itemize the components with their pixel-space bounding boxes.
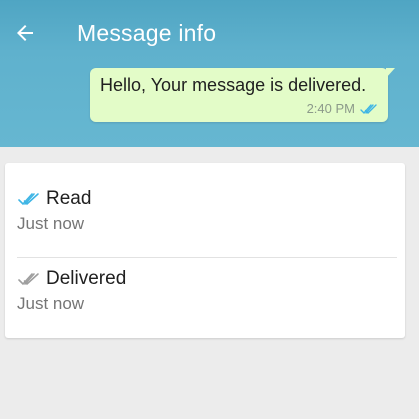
delivered-row-header: Delivered: [18, 267, 126, 291]
double-check-icon: [360, 104, 377, 115]
message-time: 2:40 PM: [306, 101, 355, 116]
arrow-left-icon: [17, 25, 33, 41]
message-text: Hello, Your message is delivered.: [100, 75, 367, 95]
delivered-row: Delivered Just now: [5, 251, 405, 331]
read-time: Just now: [17, 214, 85, 233]
back-button[interactable]: [10, 18, 40, 48]
delivered-label: Delivered: [46, 268, 127, 289]
app-bar: Message info Hello, Your message is deli…: [0, 0, 419, 147]
message-info-screen: Message info Hello, Your message is deli…: [0, 0, 419, 419]
read-row: Read Just now: [5, 171, 405, 258]
receipts-card: Read Just now Delivered Just now: [5, 163, 405, 338]
read-label: Read: [46, 188, 92, 209]
page-title: Message info: [77, 20, 217, 46]
message-bubble[interactable]: Hello, Your message is delivered. 2:40 P…: [90, 68, 395, 122]
message-meta: 2:40 PM: [307, 101, 378, 117]
delivered-time: Just now: [17, 294, 85, 313]
read-row-header: Read: [18, 187, 91, 211]
double-check-icon: [18, 193, 39, 206]
double-check-icon: [18, 273, 39, 286]
bubble-tail: [386, 68, 395, 78]
